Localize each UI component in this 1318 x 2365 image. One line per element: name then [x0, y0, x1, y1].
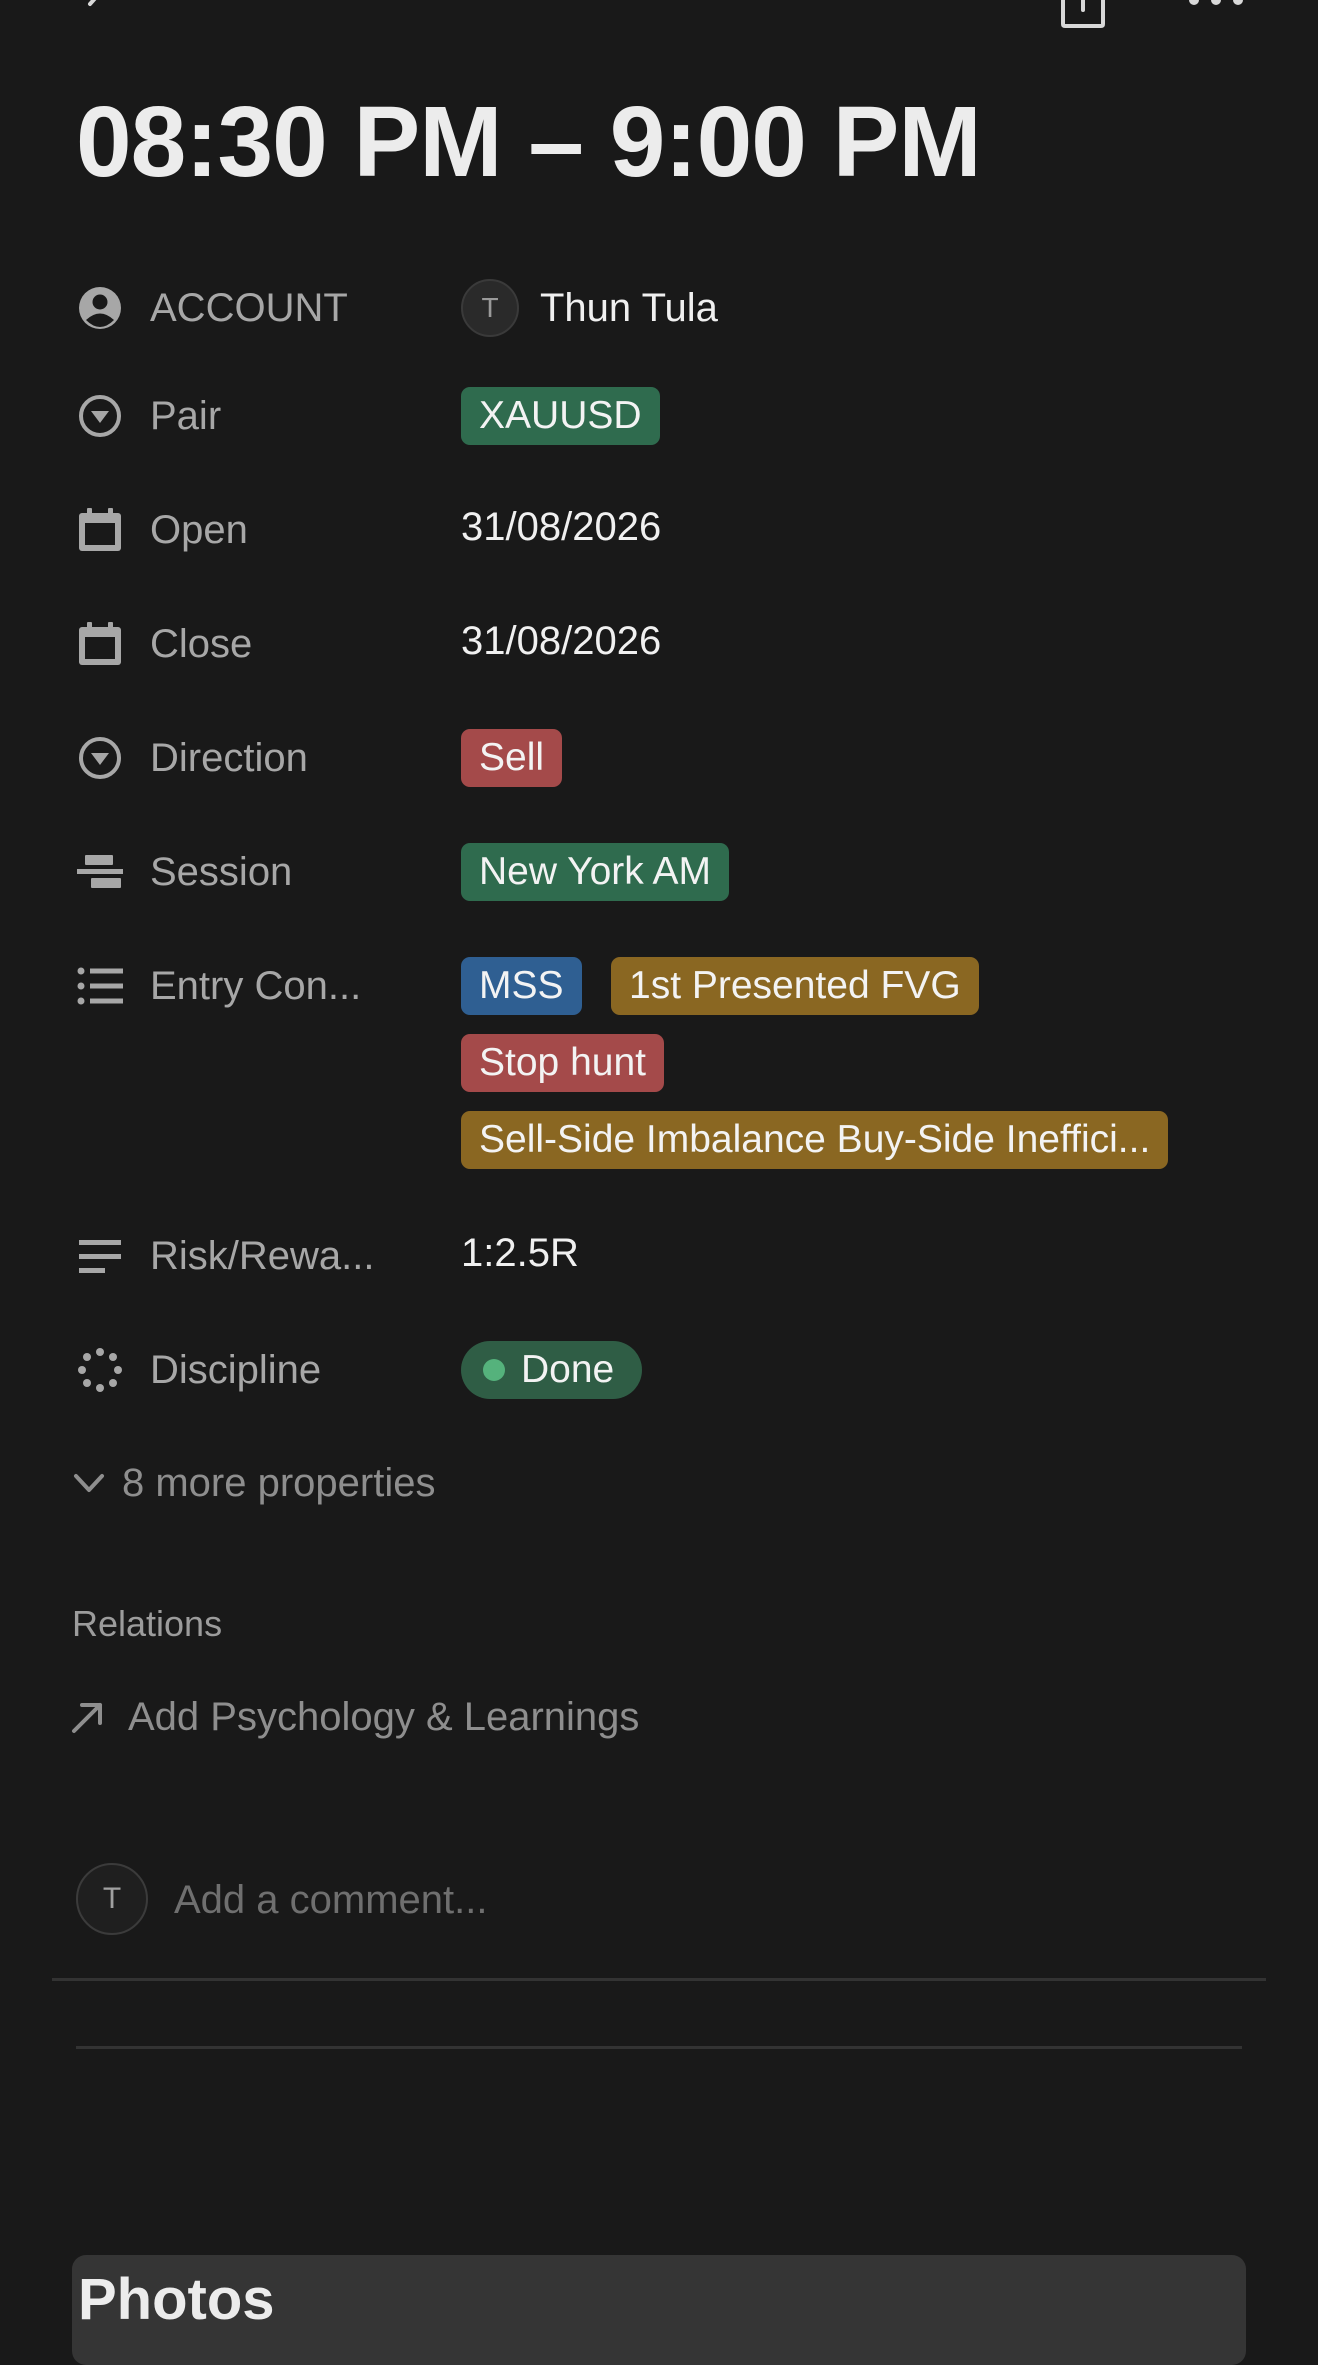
avatar: T	[76, 1863, 148, 1935]
back-button[interactable]	[80, 0, 120, 26]
property-label: Close	[150, 622, 253, 666]
entry-tag-fvg[interactable]: 1st Presented FVG	[611, 957, 979, 1015]
account-value[interactable]: Thun Tula	[540, 284, 718, 332]
property-label: Discipline	[150, 1348, 322, 1392]
select-circle-icon	[76, 392, 124, 440]
share-icon	[1061, 0, 1105, 28]
add-relation-button[interactable]: Add Psychology & Learnings	[70, 1690, 639, 1744]
share-button[interactable]	[1058, 0, 1108, 30]
property-label: Direction	[150, 736, 308, 780]
property-open[interactable]: Open 31/08/2026	[0, 498, 1318, 562]
text-lines-icon	[76, 1232, 124, 1280]
property-label: Session	[150, 850, 293, 894]
property-risk-reward[interactable]: Risk/Rewa... 1:2.5R	[0, 1224, 1318, 1288]
avatar: T	[461, 279, 519, 337]
property-label: Open	[150, 508, 248, 552]
property-label: Entry Con...	[150, 964, 362, 1008]
property-label: ACCOUNT	[150, 286, 348, 330]
calendar-icon	[76, 620, 124, 668]
property-label: Risk/Rewa...	[150, 1234, 375, 1278]
entry-tag-stop-hunt[interactable]: Stop hunt	[461, 1034, 664, 1092]
relations-heading: Relations	[72, 1603, 223, 1644]
divider	[76, 2046, 1242, 2049]
photos-heading: Photos	[78, 2267, 275, 2332]
more-options-button[interactable]	[1186, 0, 1246, 14]
property-direction[interactable]: Direction Sell	[0, 726, 1318, 790]
property-close[interactable]: Close 31/08/2026	[0, 612, 1318, 676]
session-tag[interactable]: New York AM	[461, 843, 729, 901]
property-label: Pair	[150, 394, 222, 438]
open-date-value[interactable]: 31/08/2026	[461, 503, 661, 551]
divider	[52, 1978, 1266, 1981]
entry-tag-mss[interactable]: MSS	[461, 957, 582, 1015]
risk-reward-value[interactable]: 1:2.5R	[461, 1229, 579, 1277]
property-discipline[interactable]: Discipline Done	[0, 1338, 1318, 1402]
property-account[interactable]: ACCOUNT T Thun Tula	[0, 276, 1318, 340]
more-properties-toggle[interactable]: 8 more properties	[70, 1456, 435, 1510]
arrow-up-right-icon	[72, 1703, 102, 1733]
more-properties-label: 8 more properties	[122, 1460, 436, 1505]
calendar-icon	[76, 506, 124, 554]
property-session[interactable]: Session New York AM	[0, 840, 1318, 904]
page-title[interactable]: 08:30 PM – 9:00 PM	[76, 82, 982, 202]
chevron-left-icon	[88, 0, 97, 6]
direction-tag[interactable]: Sell	[461, 729, 563, 787]
top-bar	[0, 0, 1318, 40]
comment-input[interactable]	[174, 1874, 1074, 1926]
status-dot	[483, 1359, 505, 1381]
property-pair[interactable]: Pair XAUUSD	[0, 384, 1318, 448]
property-entry-conditions[interactable]: Entry Con... MSS 1st Presented FVG Stop …	[0, 954, 1318, 1174]
select-circle-icon	[76, 734, 124, 782]
status-text: Done	[521, 1348, 615, 1391]
discipline-status[interactable]: Done	[461, 1341, 643, 1399]
status-spinner-icon	[76, 1346, 124, 1394]
ellipsis-icon	[1189, 0, 1243, 5]
entry-tag-imbalance[interactable]: Sell-Side Imbalance Buy-Side Ineffici...	[461, 1111, 1169, 1169]
close-date-value[interactable]: 31/08/2026	[461, 617, 661, 665]
add-relation-label: Add Psychology & Learnings	[128, 1694, 640, 1739]
align-bars-icon	[76, 848, 124, 896]
person-circle-icon	[76, 284, 124, 332]
chevron-down-icon	[74, 1474, 104, 1492]
pair-tag[interactable]: XAUUSD	[461, 387, 660, 445]
list-icon	[76, 962, 124, 1010]
